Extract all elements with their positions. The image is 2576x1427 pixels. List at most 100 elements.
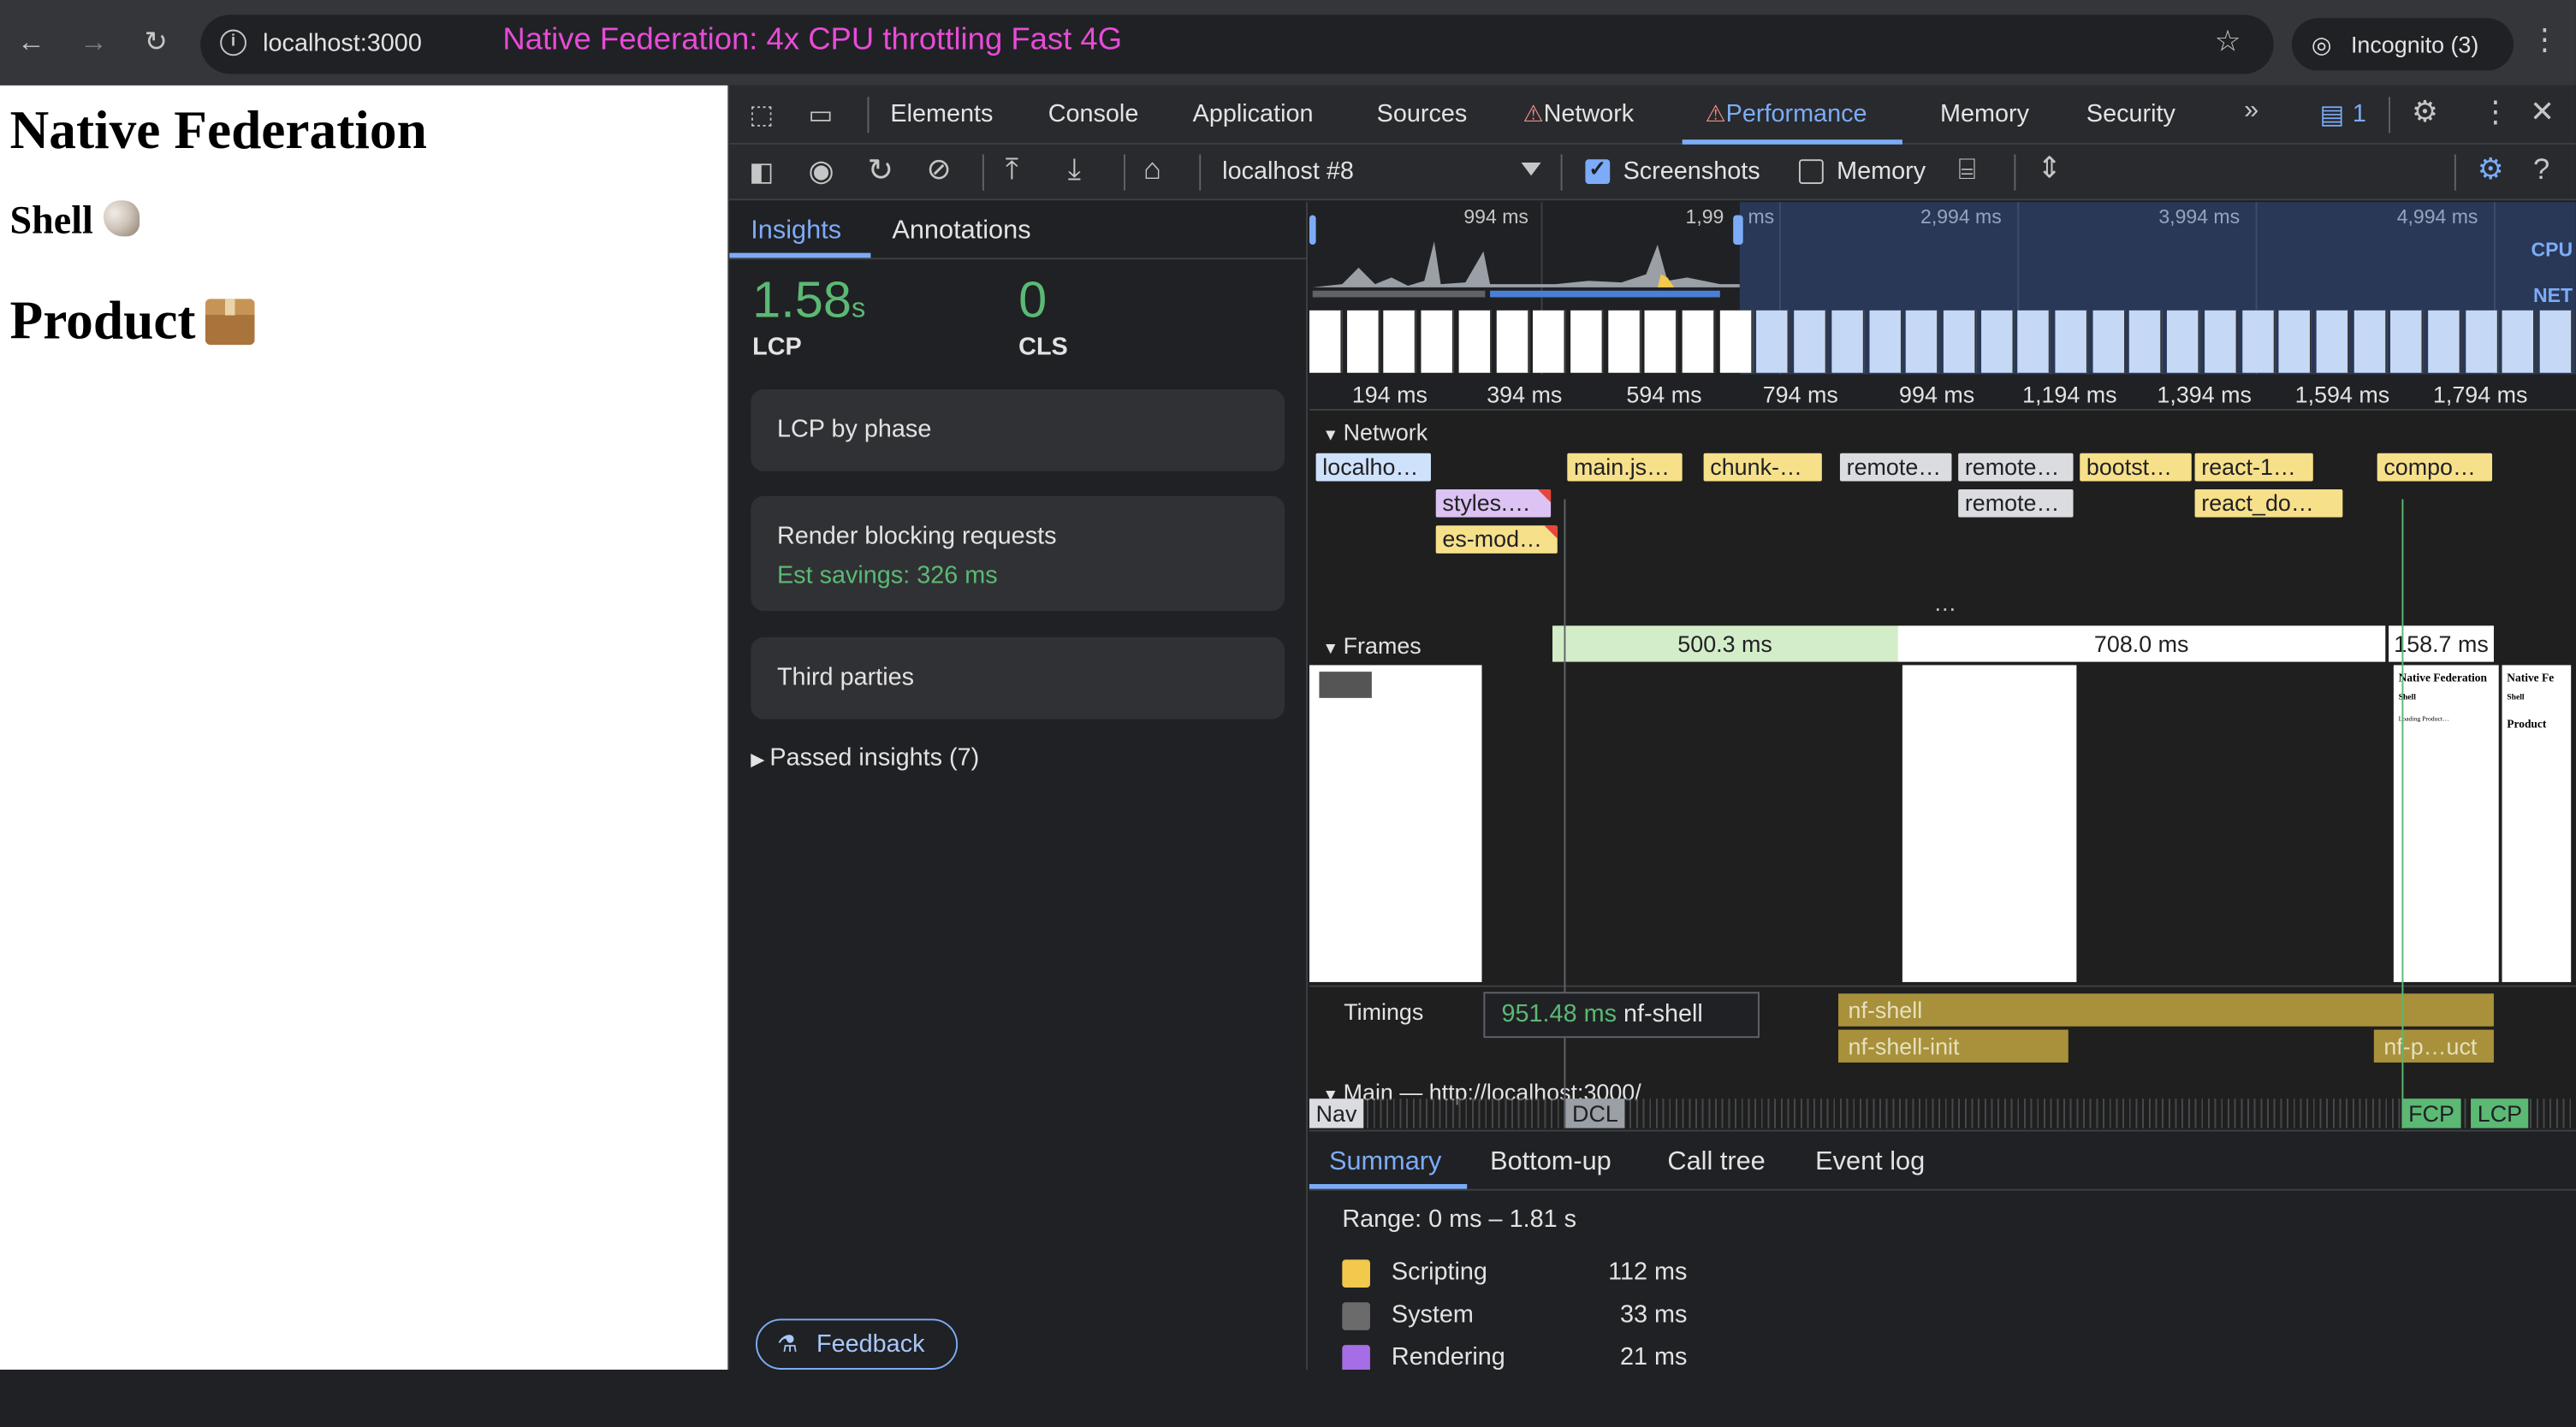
close-devtools-icon[interactable]: ✕ bbox=[2530, 95, 2555, 129]
network-request[interactable]: remote… bbox=[1839, 453, 1952, 482]
tab-console[interactable]: Console bbox=[1048, 100, 1139, 128]
device-toolbar-icon[interactable]: ▭ bbox=[808, 98, 833, 131]
network-request[interactable]: react_do… bbox=[2194, 489, 2343, 518]
home-icon[interactable]: ⌂ bbox=[1143, 153, 1161, 187]
more-tabs-icon[interactable]: » bbox=[2244, 97, 2258, 127]
reload-record-icon[interactable]: ↻ bbox=[868, 153, 894, 191]
capture-settings-icon[interactable]: ⚙ bbox=[2478, 153, 2504, 187]
frame-bar[interactable]: 708.0 ms bbox=[1897, 625, 2386, 662]
filmstrip-thumbnail[interactable] bbox=[1607, 310, 1641, 373]
tab-call-tree[interactable]: Call tree bbox=[1667, 1148, 1765, 1178]
filmstrip-thumbnail[interactable] bbox=[1943, 310, 1977, 373]
filmstrip-thumbnail[interactable] bbox=[1570, 310, 1604, 373]
network-request[interactable]: main.js… bbox=[1567, 453, 1683, 482]
network-request[interactable]: chunk-… bbox=[1703, 453, 1822, 482]
tab-insights[interactable]: Insights bbox=[751, 216, 841, 246]
filmstrip-thumbnail[interactable] bbox=[1384, 310, 1417, 373]
timings-track-header[interactable]: Timings bbox=[1344, 998, 1423, 1025]
incognito-button[interactable]: ◎ Incognito (3) bbox=[2291, 18, 2514, 71]
track-resize-handle[interactable]: … bbox=[1933, 589, 1956, 616]
timing-bar-nf-shell-init[interactable]: nf-shell-init bbox=[1838, 1029, 2069, 1063]
timing-bar-nf-product[interactable]: nf-p…uct bbox=[2373, 1029, 2494, 1063]
filmstrip-thumbnail[interactable] bbox=[2204, 310, 2238, 373]
filmstrip-thumbnail[interactable] bbox=[1533, 310, 1566, 373]
filmstrip-thumbnail[interactable] bbox=[1682, 310, 1716, 373]
filmstrip-thumbnail[interactable] bbox=[2129, 310, 2163, 373]
network-request[interactable]: remote… bbox=[1958, 489, 2074, 518]
tab-summary[interactable]: Summary bbox=[1329, 1148, 1441, 1178]
issues-count[interactable]: 1 bbox=[2353, 100, 2366, 128]
tab-annotations[interactable]: Annotations bbox=[892, 216, 1030, 246]
insight-card-render-blocking[interactable]: Render blocking requests Est savings: 32… bbox=[751, 495, 1285, 612]
filmstrip-thumbnail[interactable] bbox=[1756, 310, 1790, 373]
garbage-collect-icon[interactable]: ⌸ bbox=[1958, 153, 1976, 187]
inspect-element-icon[interactable]: ⬚ bbox=[749, 98, 774, 131]
issues-icon[interactable]: ▤ bbox=[2319, 98, 2344, 131]
devtools-menu-icon[interactable]: ⋮ bbox=[2481, 95, 2511, 129]
screenshots-checkbox[interactable] bbox=[1585, 156, 1611, 184]
screenshot-filmstrip[interactable] bbox=[1309, 310, 2576, 373]
filmstrip-thumbnail[interactable] bbox=[2167, 310, 2200, 373]
feedback-button[interactable]: ⚗ Feedback bbox=[756, 1318, 959, 1370]
filmstrip-thumbnail[interactable] bbox=[2390, 310, 2424, 373]
nav-marker[interactable]: Nav bbox=[1309, 1098, 1364, 1128]
filmstrip-thumbnail[interactable] bbox=[2278, 310, 2312, 373]
filmstrip-thumbnail[interactable] bbox=[1868, 310, 1902, 373]
passed-insights-toggle[interactable]: ▶ Passed insights (7) bbox=[751, 744, 979, 773]
filmstrip-thumbnail[interactable] bbox=[1719, 310, 1753, 373]
toggle-sidebar-icon[interactable]: ◧ bbox=[749, 156, 774, 188]
filmstrip-thumbnail[interactable] bbox=[1980, 310, 2014, 373]
network-request[interactable]: bootst… bbox=[2080, 453, 2192, 482]
network-request[interactable]: styles.… bbox=[1435, 489, 1552, 518]
filmstrip-thumbnail[interactable] bbox=[1831, 310, 1865, 373]
timing-bar-nf-shell[interactable]: nf-shell bbox=[1838, 993, 2494, 1027]
filmstrip-thumbnail[interactable] bbox=[1495, 310, 1529, 373]
tab-bottom-up[interactable]: Bottom-up bbox=[1490, 1148, 1611, 1178]
filmstrip-thumbnail[interactable] bbox=[2539, 310, 2573, 373]
upload-profile-icon[interactable]: ⤒ bbox=[1006, 153, 1018, 187]
filmstrip-thumbnail[interactable] bbox=[2055, 310, 2088, 373]
filmstrip-thumbnail[interactable] bbox=[2465, 310, 2499, 373]
filmstrip-thumbnail[interactable] bbox=[1309, 310, 1343, 373]
tab-application[interactable]: Application bbox=[1193, 100, 1314, 128]
forward-arrow-icon[interactable]: → bbox=[74, 23, 113, 62]
tab-network[interactable]: ⚠Network bbox=[1522, 100, 1634, 128]
frame-screenshot[interactable] bbox=[1902, 665, 2077, 982]
tab-elements[interactable]: Elements bbox=[890, 100, 993, 128]
tab-sources[interactable]: Sources bbox=[1377, 100, 1468, 128]
network-request[interactable]: localho… bbox=[1315, 453, 1431, 482]
filmstrip-thumbnail[interactable] bbox=[2428, 310, 2461, 373]
collapse-tracks-icon[interactable]: ⇕ bbox=[2037, 151, 2062, 186]
frame-bar[interactable]: 158.7 ms bbox=[2389, 625, 2494, 662]
frame-screenshot[interactable]: Native Fe Shell Product bbox=[2502, 665, 2572, 982]
tab-event-log[interactable]: Event log bbox=[1815, 1148, 1925, 1178]
fcp-marker[interactable]: FCP bbox=[2401, 1098, 2461, 1128]
chrome-menu-icon[interactable]: ⋮ bbox=[2530, 23, 2560, 57]
filmstrip-thumbnail[interactable] bbox=[2241, 310, 2275, 373]
lcp-marker[interactable]: LCP bbox=[2471, 1098, 2529, 1128]
site-info-icon[interactable]: i bbox=[220, 29, 246, 56]
frame-bar[interactable]: 500.3 ms bbox=[1552, 625, 1898, 662]
chevron-down-icon[interactable] bbox=[1521, 163, 1541, 176]
frame-screenshot[interactable]: Native Federation Shell Loading Product… bbox=[2393, 665, 2499, 982]
reload-icon[interactable]: ↻ bbox=[136, 23, 175, 62]
network-request[interactable]: react-1… bbox=[2194, 453, 2313, 482]
timeline-panel[interactable]: 994 ms 1,99 ms 2,994 ms 3,994 ms 4,994 m… bbox=[1309, 202, 2576, 1128]
network-track-header[interactable]: ▼ Network bbox=[1322, 418, 1427, 445]
filmstrip-thumbnail[interactable] bbox=[2092, 310, 2126, 373]
tab-memory[interactable]: Memory bbox=[1940, 100, 2029, 128]
bookmark-star-icon[interactable]: ☆ bbox=[2215, 25, 2241, 59]
help-icon[interactable]: ? bbox=[2533, 153, 2549, 187]
filmstrip-thumbnail[interactable] bbox=[2353, 310, 2387, 373]
insight-card-third-parties[interactable]: Third parties bbox=[751, 637, 1285, 719]
clear-icon[interactable]: ⊘ bbox=[927, 153, 952, 187]
download-profile-icon[interactable]: ⤓ bbox=[1068, 153, 1081, 187]
filmstrip-thumbnail[interactable] bbox=[2316, 310, 2349, 373]
back-arrow-icon[interactable]: ← bbox=[11, 23, 50, 62]
network-request[interactable]: remote… bbox=[1958, 453, 2074, 482]
filmstrip-thumbnail[interactable] bbox=[1458, 310, 1492, 373]
dcl-marker[interactable]: DCL bbox=[1565, 1098, 1625, 1128]
filmstrip-thumbnail[interactable] bbox=[1421, 310, 1455, 373]
filmstrip-thumbnail[interactable] bbox=[1346, 310, 1380, 373]
timeline-overview[interactable]: 994 ms 1,99 ms 2,994 ms 3,994 ms 4,994 m… bbox=[1309, 202, 2576, 375]
